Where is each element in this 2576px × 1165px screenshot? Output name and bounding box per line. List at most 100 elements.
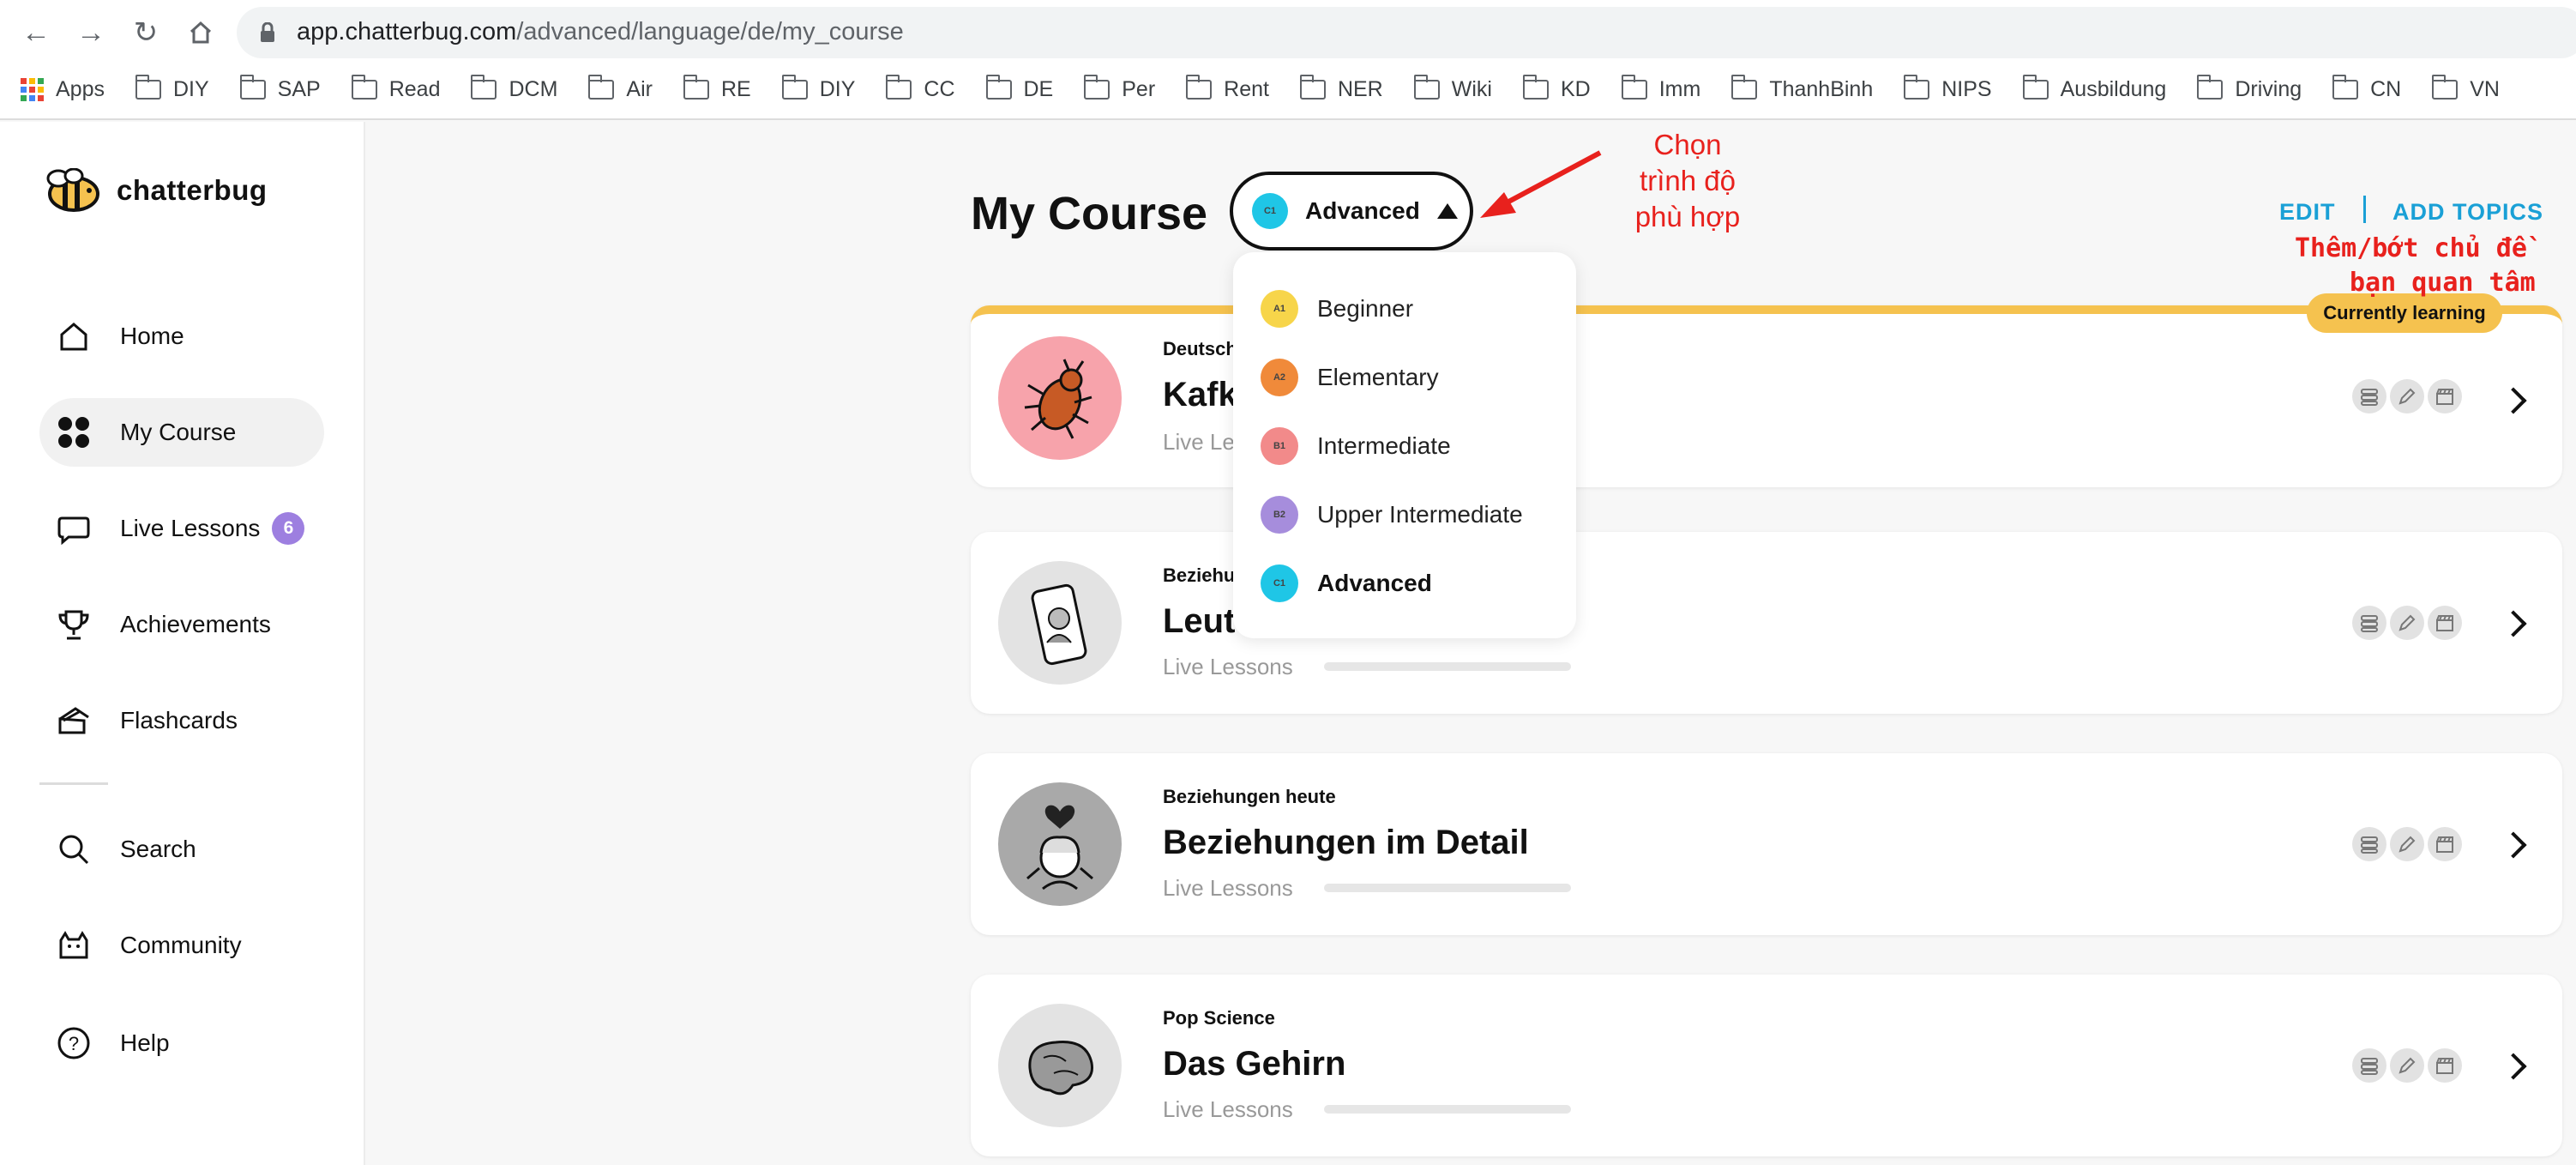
back-icon[interactable]: ← xyxy=(17,15,55,50)
bookmark-label: NER xyxy=(1337,76,1383,101)
bookmark-label: Per xyxy=(1122,76,1156,101)
bookmark-label: Rent xyxy=(1224,76,1269,101)
bookmark-folder[interactable]: Imm xyxy=(1621,74,1701,102)
course-subtitle: Live Lessons xyxy=(1163,875,1293,901)
folder-icon xyxy=(1413,74,1440,100)
bookmark-folder[interactable]: RE xyxy=(683,74,751,102)
folder-icon xyxy=(2022,74,2049,100)
sidebar-item-home[interactable]: Home xyxy=(39,302,324,371)
bookmark-label: Air xyxy=(626,76,653,101)
level-option-label: Intermediate xyxy=(1317,432,1451,459)
apps-grid-icon xyxy=(21,77,44,101)
course-progress-bar xyxy=(1324,1105,1571,1114)
reload-icon[interactable]: ↻ xyxy=(127,15,165,50)
chevron-right-icon[interactable] xyxy=(2500,831,2527,859)
bookmark-label: NIPS xyxy=(1941,76,1992,101)
sidebar-item-my-course[interactable]: My Course xyxy=(39,398,324,467)
level-badge: A1 xyxy=(1261,290,1298,328)
stack-icon xyxy=(2352,379,2386,413)
level-option-upper-intermediate[interactable]: B2 Upper Intermediate xyxy=(1261,489,1523,540)
chevron-right-icon[interactable] xyxy=(2500,1053,2527,1080)
chevron-right-icon[interactable] xyxy=(2500,387,2527,414)
sidebar-item-label: My Course xyxy=(120,419,237,445)
sidebar-item-community[interactable]: Community xyxy=(39,911,324,980)
level-option-label: Advanced xyxy=(1317,570,1432,596)
bee-logo-icon xyxy=(46,168,99,212)
bookmark-folder[interactable]: Air xyxy=(588,74,653,102)
course-category: Deutsch xyxy=(1163,338,1237,359)
course-thumbnail xyxy=(998,1004,1122,1127)
sidebar-item-label: Home xyxy=(120,323,184,349)
svg-text:?: ? xyxy=(69,1033,79,1054)
folder-icon xyxy=(1904,74,1930,100)
bookmark-folder[interactable]: Read xyxy=(351,74,440,102)
bookmark-folder[interactable]: DIY xyxy=(135,74,209,102)
bookmark-folder[interactable]: ThanhBinh xyxy=(1731,74,1873,102)
level-option-label: Upper Intermediate xyxy=(1317,501,1523,528)
bookmark-apps[interactable]: Apps xyxy=(21,77,105,102)
bookmark-folder[interactable]: NER xyxy=(1299,74,1383,102)
level-option-beginner[interactable]: A1 Beginner xyxy=(1261,283,1413,335)
folder-icon xyxy=(985,74,1012,100)
brand-name: chatterbug xyxy=(117,174,268,206)
bookmark-label: DCM xyxy=(509,76,558,101)
course-card-das-gehirn[interactable]: Pop Science Das Gehirn Live Lessons xyxy=(971,975,2562,1156)
home-button-icon[interactable] xyxy=(182,15,220,50)
stack-icon xyxy=(2352,606,2386,640)
sidebar-item-label: Live Lessons xyxy=(120,515,261,541)
sidebar-item-label: Flashcards xyxy=(120,707,238,733)
bookmark-label: DE xyxy=(1023,76,1054,101)
chat-bubble-icon xyxy=(55,510,93,547)
add-topics-link[interactable]: ADD TOPICS xyxy=(2392,199,2543,226)
bookmark-folder[interactable]: Driving xyxy=(2197,74,2302,102)
bookmark-folder[interactable]: NIPS xyxy=(1904,74,1992,102)
level-badge: B1 xyxy=(1261,427,1298,465)
bookmark-folder[interactable]: Wiki xyxy=(1413,74,1492,102)
level-option-intermediate[interactable]: B1 Intermediate xyxy=(1261,420,1451,472)
bookmark-folder[interactable]: DIY xyxy=(781,74,856,102)
bookmark-folder[interactable]: KD xyxy=(1522,74,1591,102)
sidebar-item-achievements[interactable]: Achievements xyxy=(39,590,324,659)
bookmark-folder[interactable]: VN xyxy=(2432,74,2500,102)
bookmark-folder[interactable]: Per xyxy=(1084,74,1156,102)
phone-illustration-icon xyxy=(1031,583,1087,666)
bookmark-folder[interactable]: CC xyxy=(886,74,955,102)
flashcards-icon xyxy=(55,702,93,739)
bookmark-folder[interactable]: DCM xyxy=(471,74,558,102)
sidebar-item-live-lessons[interactable]: Live Lessons 6 xyxy=(39,494,324,563)
bookmark-folder[interactable]: SAP xyxy=(239,74,321,102)
level-selector-button[interactable]: C1 Advanced xyxy=(1230,172,1473,251)
folder-icon xyxy=(683,74,709,100)
bookmark-folder[interactable]: CN xyxy=(2332,74,2401,102)
folder-icon xyxy=(351,74,377,100)
bookmark-folder[interactable]: Rent xyxy=(1186,74,1269,102)
forward-icon[interactable]: → xyxy=(72,15,110,50)
level-dropdown-menu: A1 Beginner A2 Elementary B1 Intermediat… xyxy=(1233,252,1576,638)
folder-icon xyxy=(781,74,808,100)
bookmark-label: Imm xyxy=(1658,76,1701,101)
course-subtitle: Live Le xyxy=(1163,429,1235,455)
chevron-right-icon[interactable] xyxy=(2500,610,2527,637)
course-card-beziehungen[interactable]: Beziehungen heute Beziehungen im Detail … xyxy=(971,753,2562,935)
folder-icon xyxy=(239,74,266,100)
search-icon xyxy=(55,830,93,868)
course-title: Kafk xyxy=(1163,376,1237,413)
edit-link[interactable]: EDIT xyxy=(2279,199,2336,226)
topics-annotation-line-1: Thêm/bớt chủ đề xyxy=(2295,233,2527,263)
course-thumbnail xyxy=(998,782,1122,906)
level-option-elementary[interactable]: A2 Elementary xyxy=(1261,352,1439,403)
brand-logo[interactable]: chatterbug xyxy=(39,168,268,213)
bookmark-folder[interactable]: Ausbildung xyxy=(2022,74,2166,102)
bookmark-folder[interactable]: DE xyxy=(985,74,1054,102)
pencil-icon xyxy=(2390,606,2424,640)
sidebar-item-flashcards[interactable]: Flashcards xyxy=(39,686,324,755)
pencil-icon xyxy=(2390,1048,2424,1083)
annotation-line: trình độ xyxy=(1640,165,1736,196)
level-option-advanced[interactable]: C1 Advanced xyxy=(1261,558,1432,609)
bookmark-label: DIY xyxy=(819,76,856,101)
sidebar-item-search[interactable]: Search xyxy=(39,815,324,884)
bookmark-label: RE xyxy=(720,76,751,101)
sidebar-item-help[interactable]: ? Help xyxy=(39,1009,324,1077)
annotation-line: phù hợp xyxy=(1634,201,1741,232)
course-card-leute[interactable]: Beziehu Leute Live Lessons xyxy=(971,532,2562,714)
